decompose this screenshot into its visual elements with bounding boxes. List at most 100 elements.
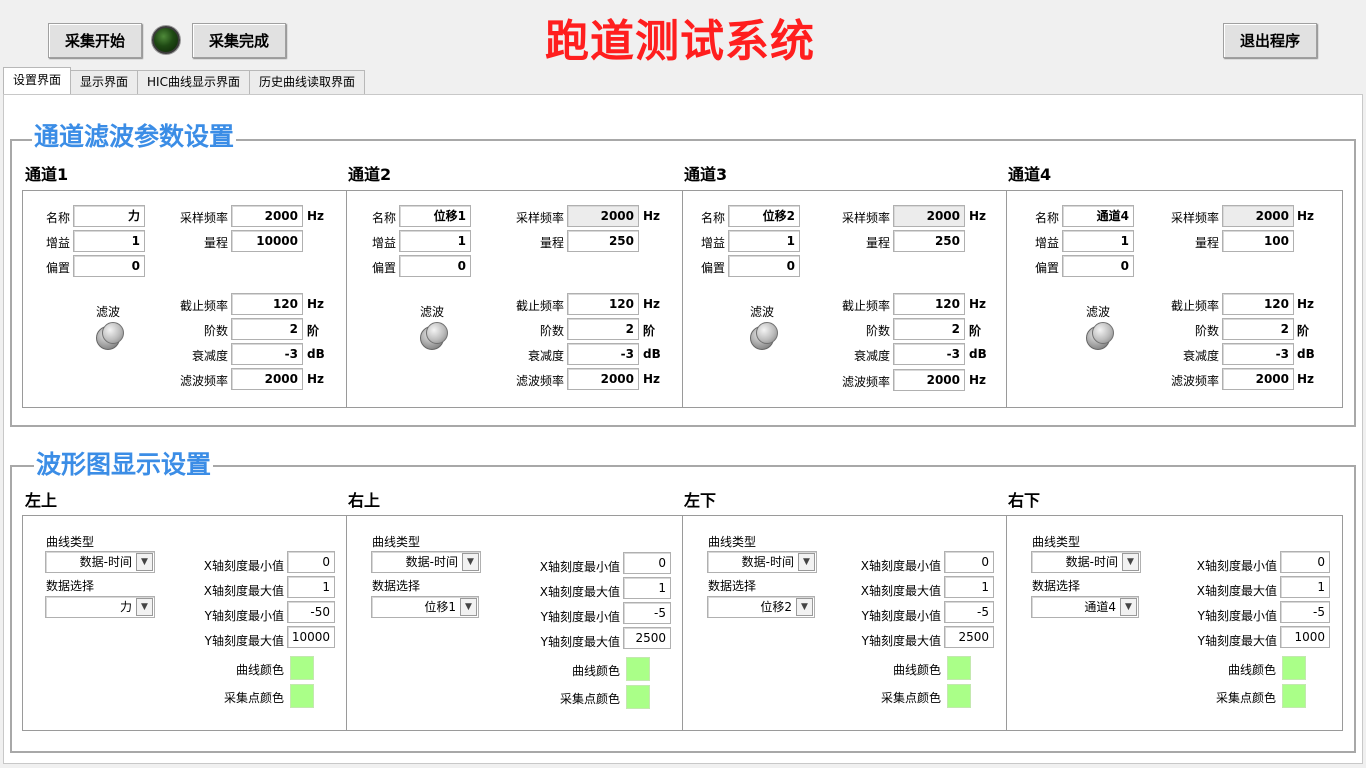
filter-toggle-knob[interactable]	[420, 322, 450, 352]
y-max-field[interactable]: 2500	[944, 626, 994, 648]
y-max-field[interactable]: 1000	[1280, 626, 1330, 648]
channel-name-field[interactable]: 位移2	[728, 205, 800, 227]
curve-color-swatch[interactable]	[947, 656, 971, 680]
channel-divider	[346, 190, 347, 408]
curve-color-swatch[interactable]	[290, 656, 314, 680]
gain-label: 增益	[371, 236, 396, 250]
curve-type-select[interactable]: 数据-时间 ▼	[707, 551, 817, 573]
unit-hz: Hz	[969, 209, 987, 223]
data-select-dropdown[interactable]: 位移1 ▼	[371, 596, 479, 618]
x-min-field[interactable]: 0	[623, 552, 671, 574]
gain-field[interactable]: 1	[728, 230, 800, 252]
curve-type-select[interactable]: 数据-时间 ▼	[1031, 551, 1141, 573]
data-select-value: 通道4	[1084, 600, 1116, 614]
y-min-field[interactable]: -5	[944, 601, 994, 623]
channel-name-field[interactable]: 通道4	[1062, 205, 1134, 227]
x-max-field[interactable]: 1	[944, 576, 994, 598]
offset-field[interactable]: 0	[1062, 255, 1134, 277]
tab-settings[interactable]: 设置界面	[3, 67, 72, 94]
point-color-swatch[interactable]	[626, 685, 650, 709]
gain-field[interactable]: 1	[1062, 230, 1134, 252]
data-select-label: 数据选择	[372, 579, 421, 593]
filter-rate-field[interactable]: 2000	[567, 368, 639, 390]
tab-display[interactable]: 显示界面	[70, 70, 139, 94]
unit-order: 阶	[969, 324, 982, 338]
channel-name-field[interactable]: 位移1	[399, 205, 471, 227]
point-color-swatch[interactable]	[1282, 684, 1306, 708]
x-min-field[interactable]: 0	[1280, 551, 1330, 573]
curve-type-label: 曲线类型	[1032, 535, 1081, 549]
channel-2-heading: 通道2	[348, 165, 392, 184]
channel-divider	[682, 190, 683, 408]
range-field[interactable]: 250	[567, 230, 639, 252]
data-select-dropdown[interactable]: 力 ▼	[45, 596, 155, 618]
filter-rate-field[interactable]: 2000	[231, 368, 303, 390]
cutoff-field[interactable]: 120	[231, 293, 303, 315]
order-field[interactable]: 2	[231, 318, 303, 340]
filter-toggle-knob[interactable]	[1086, 322, 1116, 352]
tab-history[interactable]: 历史曲线读取界面	[248, 70, 365, 94]
sample-rate-field: 2000	[1222, 205, 1294, 227]
y-max-field[interactable]: 2500	[623, 627, 671, 649]
attenuation-field[interactable]: -3	[893, 343, 965, 365]
x-min-field[interactable]: 0	[287, 551, 335, 573]
name-label: 名称	[1034, 211, 1059, 225]
start-acquisition-button[interactable]: 采集开始	[48, 23, 142, 58]
data-select-dropdown[interactable]: 通道4 ▼	[1031, 596, 1139, 618]
filter-toggle-knob[interactable]	[96, 322, 126, 352]
offset-field[interactable]: 0	[399, 255, 471, 277]
order-field[interactable]: 2	[567, 318, 639, 340]
attenuation-field[interactable]: -3	[567, 343, 639, 365]
y-max-field[interactable]: 10000	[287, 626, 335, 648]
x-min-label: X轴刻度最小值	[203, 559, 284, 573]
chevron-down-icon: ▼	[136, 598, 153, 616]
attenuation-field[interactable]: -3	[231, 343, 303, 365]
y-max-label: Y轴刻度最大值	[1197, 634, 1277, 648]
gain-field[interactable]: 1	[73, 230, 145, 252]
tab-hic-curve[interactable]: HIC曲线显示界面	[137, 70, 250, 94]
cutoff-field[interactable]: 120	[1222, 293, 1294, 315]
y-min-field[interactable]: -5	[623, 602, 671, 624]
curve-color-swatch[interactable]	[626, 657, 650, 681]
y-min-field[interactable]: -50	[287, 601, 335, 623]
x-max-field[interactable]: 1	[287, 576, 335, 598]
order-field[interactable]: 2	[1222, 318, 1294, 340]
range-field[interactable]: 250	[893, 230, 965, 252]
filter-toggle-knob[interactable]	[750, 322, 780, 352]
filter-rate-label: 滤波频率	[1170, 374, 1219, 388]
filter-rate-field[interactable]: 2000	[1222, 368, 1294, 390]
filter-toggle-label: 滤波	[96, 305, 121, 319]
curve-color-swatch[interactable]	[1282, 656, 1306, 680]
order-field[interactable]: 2	[893, 318, 965, 340]
channel-4-heading: 通道4	[1008, 165, 1052, 184]
gain-field[interactable]: 1	[399, 230, 471, 252]
data-select-dropdown[interactable]: 位移2 ▼	[707, 596, 815, 618]
attenuation-label: 衰减度	[191, 349, 228, 363]
exit-button[interactable]: 退出程序	[1223, 23, 1317, 58]
y-min-field[interactable]: -5	[1280, 601, 1330, 623]
range-field[interactable]: 10000	[231, 230, 303, 252]
curve-type-select[interactable]: 数据-时间 ▼	[371, 551, 481, 573]
cutoff-field[interactable]: 120	[893, 293, 965, 315]
range-field[interactable]: 100	[1222, 230, 1294, 252]
curve-type-select[interactable]: 数据-时间 ▼	[45, 551, 155, 573]
point-color-swatch[interactable]	[947, 684, 971, 708]
x-max-field[interactable]: 1	[623, 577, 671, 599]
filter-rate-field[interactable]: 2000	[893, 369, 965, 391]
cutoff-field[interactable]: 120	[567, 293, 639, 315]
finish-acquisition-button[interactable]: 采集完成	[192, 23, 286, 58]
point-color-swatch[interactable]	[290, 684, 314, 708]
sample-rate-field[interactable]: 2000	[231, 205, 303, 227]
filter-rate-label: 滤波频率	[515, 374, 564, 388]
attenuation-field[interactable]: -3	[1222, 343, 1294, 365]
bottom-right-heading: 右下	[1008, 491, 1041, 510]
unit-hz: Hz	[643, 297, 661, 311]
channel-name-field[interactable]: 力	[73, 205, 145, 227]
x-min-field[interactable]: 0	[944, 551, 994, 573]
point-color-label: 采集点颜色	[223, 691, 284, 705]
range-label: 量程	[865, 236, 890, 250]
name-label: 名称	[45, 211, 70, 225]
offset-field[interactable]: 0	[728, 255, 800, 277]
offset-field[interactable]: 0	[73, 255, 145, 277]
x-max-field[interactable]: 1	[1280, 576, 1330, 598]
